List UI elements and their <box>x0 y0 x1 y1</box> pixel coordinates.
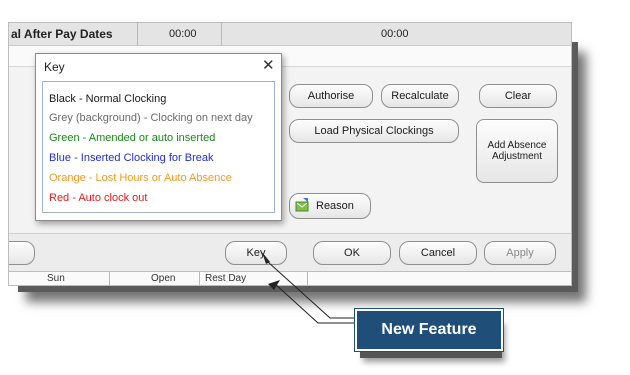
new-feature-callout: New Feature <box>354 308 504 352</box>
callout-arrow <box>262 252 355 324</box>
